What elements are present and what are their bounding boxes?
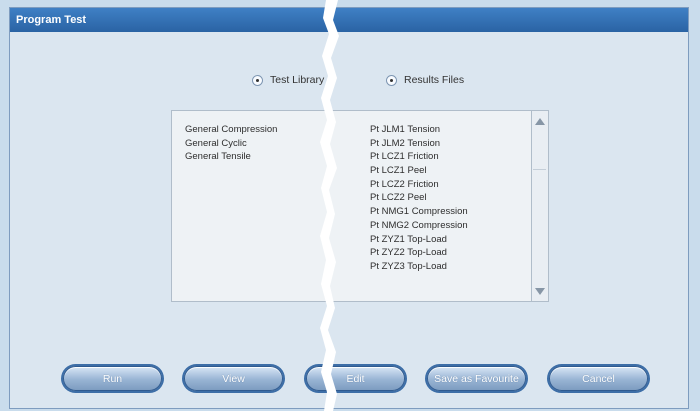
cancel-button[interactable]: Cancel <box>549 366 648 391</box>
save-favourite-button[interactable]: Save as Favourite <box>427 366 526 391</box>
list-item[interactable]: Pt LCZ1 Friction <box>370 150 468 164</box>
radio-selected-icon <box>252 74 263 86</box>
list-item[interactable]: General Tensile <box>185 150 277 164</box>
scroll-up-arrow-icon[interactable] <box>535 118 545 125</box>
list-item[interactable]: Pt LCZ2 Peel <box>370 191 468 205</box>
radio-selected-icon <box>386 74 397 86</box>
results-files-radio[interactable]: Results Files <box>386 74 464 86</box>
test-library-label: Test Library <box>270 74 325 86</box>
list-item[interactable]: Pt ZYZ3 Top-Load <box>370 260 468 274</box>
view-button[interactable]: View <box>184 366 283 391</box>
scroll-down-arrow-icon[interactable] <box>535 288 545 295</box>
list-item[interactable]: Pt NMG2 Compression <box>370 219 468 233</box>
list-item[interactable]: Pt ZYZ1 Top-Load <box>370 233 468 247</box>
scroll-thumb[interactable] <box>533 133 546 170</box>
test-library-radio[interactable]: Test Library <box>252 74 324 86</box>
list-item[interactable]: Pt JLM1 Tension <box>370 123 468 137</box>
results-files-label: Results Files <box>404 74 465 86</box>
list-scrollbar[interactable] <box>531 111 548 301</box>
results-files-column: Pt JLM1 Tension Pt JLM2 Tension Pt LCZ1 … <box>370 123 468 274</box>
list-item[interactable]: Pt LCZ1 Peel <box>370 164 468 178</box>
list-item[interactable]: Pt LCZ2 Friction <box>370 178 468 192</box>
list-item[interactable]: General Compression <box>185 123 277 137</box>
run-button[interactable]: Run <box>63 366 162 391</box>
list-item[interactable]: Pt JLM2 Tension <box>370 137 468 151</box>
list-item[interactable]: Pt NMG1 Compression <box>370 205 468 219</box>
list-item[interactable]: General Cyclic <box>185 137 277 151</box>
edit-button[interactable]: Edit <box>306 366 405 391</box>
program-test-window: Program Test Test Library Results Files … <box>10 8 688 408</box>
window-title: Program Test <box>10 8 688 32</box>
list-item[interactable]: Pt ZYZ2 Top-Load <box>370 246 468 260</box>
program-list[interactable]: General Compression General Cyclic Gener… <box>171 110 549 302</box>
test-library-column: General Compression General Cyclic Gener… <box>185 123 277 164</box>
